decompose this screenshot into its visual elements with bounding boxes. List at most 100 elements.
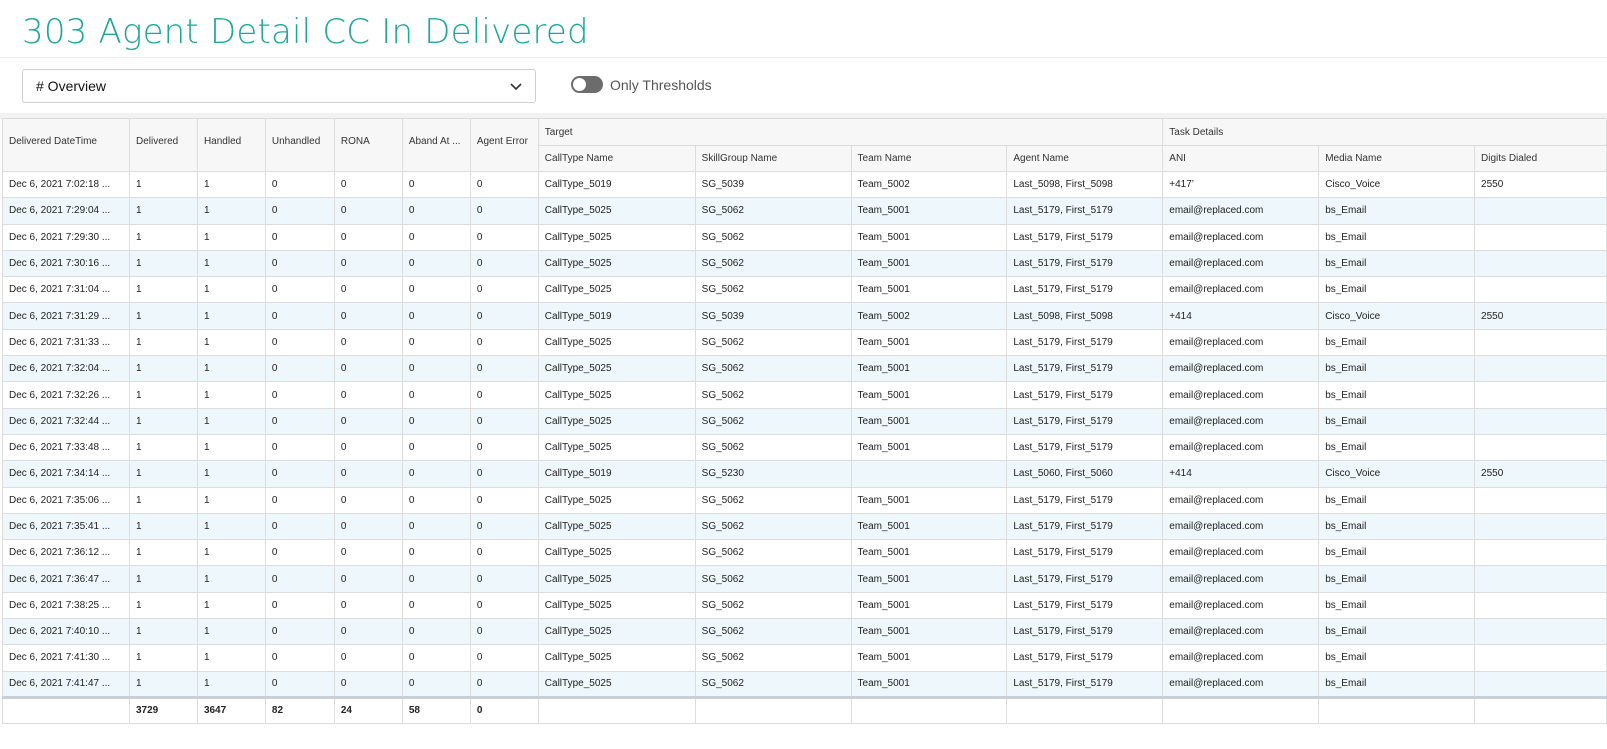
table-row[interactable]: Dec 6, 2021 7:31:33 ... 1 1 0 0 0 0 CallType_50…	[2, 329, 1607, 357]
col-header-team-name[interactable]: Team Name	[851, 145, 1008, 172]
cell-ani: email@replaced.com	[1162, 197, 1320, 225]
cell-digits	[1474, 539, 1607, 567]
table-row[interactable]: Dec 6, 2021 7:02:18 ... 1 1 0 0 0 0 CallType_50…	[2, 171, 1607, 199]
cell-calltype: CallType_5025	[538, 592, 696, 620]
table-row[interactable]: Dec 6, 2021 7:35:06 ... 1 1 0 0 0 0 CallType_50…	[2, 487, 1607, 514]
total-unhandled: 82	[265, 695, 335, 724]
col-header-handled[interactable]: Handled	[197, 118, 266, 172]
col-header-ani[interactable]: ANI	[1162, 145, 1320, 172]
cell-skillgroup: SG_5062	[695, 408, 852, 435]
cell-delivered: 1	[129, 197, 198, 225]
col-header-agent-error[interactable]: Agent Error	[470, 118, 539, 172]
only-thresholds-toggle[interactable]	[571, 76, 603, 93]
total-ani	[1162, 695, 1320, 724]
cell-handled: 1	[197, 434, 266, 462]
cell-team: Team_5001	[851, 618, 1008, 646]
cell-agent: Last_5098, First_5098	[1006, 171, 1164, 199]
cell-rona: 0	[334, 197, 403, 225]
cell-agent: Last_5179, First_5179	[1006, 381, 1164, 409]
table-row[interactable]: Dec 6, 2021 7:35:41 ... 1 1 0 0 0 0 CallType_50…	[2, 513, 1607, 541]
col-header-delivered-datetime[interactable]: Delivered DateTime	[2, 118, 130, 172]
table-row[interactable]: Dec 6, 2021 7:32:04 ... 1 1 0 0 0 0 CallType_50…	[2, 355, 1607, 383]
cell-media: bs_Email	[1318, 197, 1476, 225]
cell-rona: 0	[334, 329, 403, 357]
table-row[interactable]: Dec 6, 2021 7:36:12 ... 1 1 0 0 0 0 CallType_50…	[2, 539, 1607, 567]
col-header-digits-dialed[interactable]: Digits Dialed	[1474, 145, 1607, 172]
table-row[interactable]: Dec 6, 2021 7:30:16 ... 1 1 0 0 0 0 CallType_50…	[2, 250, 1607, 278]
cell-rona: 0	[334, 408, 403, 435]
cell-agent-error: 0	[470, 513, 539, 541]
cell-agent: Last_5179, First_5179	[1006, 434, 1164, 462]
table-row[interactable]: Dec 6, 2021 7:31:29 ... 1 1 0 0 0 0 CallType_50…	[2, 302, 1607, 330]
cell-delivered: 1	[129, 355, 198, 383]
cell-aband: 0	[402, 250, 471, 278]
col-header-agent-name[interactable]: Agent Name	[1006, 145, 1164, 172]
table-row[interactable]: Dec 6, 2021 7:40:10 ... 1 1 0 0 0 0 CallType_50…	[2, 618, 1607, 646]
cell-delivered: 1	[129, 592, 198, 620]
cell-agent-error: 0	[470, 224, 539, 251]
cell-delivered: 1	[129, 487, 198, 514]
cell-skillgroup: SG_5062	[695, 250, 852, 278]
cell-calltype: CallType_5025	[538, 197, 696, 225]
cell-rona: 0	[334, 565, 403, 593]
table-row[interactable]: Dec 6, 2021 7:41:30 ... 1 1 0 0 0 0 CallType_50…	[2, 644, 1607, 672]
col-header-delivered[interactable]: Delivered	[129, 118, 198, 172]
cell-rona: 0	[334, 513, 403, 541]
cell-digits: 2550	[1474, 171, 1607, 199]
cell-digits	[1474, 381, 1607, 409]
cell-unhandled: 0	[265, 460, 335, 488]
cell-agent: Last_5179, First_5179	[1006, 671, 1164, 698]
cell-calltype: CallType_5025	[538, 671, 696, 698]
cell-agent-error: 0	[470, 460, 539, 488]
cell-handled: 1	[197, 355, 266, 383]
cell-calltype: CallType_5025	[538, 539, 696, 567]
cell-skillgroup: SG_5062	[695, 355, 852, 383]
col-header-rona[interactable]: RONA	[334, 118, 403, 172]
cell-agent-error: 0	[470, 355, 539, 383]
cell-media: bs_Email	[1318, 592, 1476, 620]
cell-datetime: Dec 6, 2021 7:02:18 ...	[2, 171, 130, 199]
cell-agent-error: 0	[470, 592, 539, 620]
cell-media: bs_Email	[1318, 224, 1476, 251]
table-row[interactable]: Dec 6, 2021 7:34:14 ... 1 1 0 0 0 0 CallType_50…	[2, 460, 1607, 488]
col-header-skillgroup-name[interactable]: SkillGroup Name	[695, 145, 852, 172]
cell-ani: email@replaced.com	[1162, 565, 1320, 593]
table-row[interactable]: Dec 6, 2021 7:29:04 ... 1 1 0 0 0 0 CallType_50…	[2, 197, 1607, 225]
cell-aband: 0	[402, 197, 471, 225]
cell-team: Team_5001	[851, 197, 1008, 225]
cell-calltype: CallType_5025	[538, 381, 696, 409]
col-header-aband-at[interactable]: Aband At ...	[402, 118, 471, 172]
total-calltype	[538, 695, 696, 724]
total-agent	[1006, 695, 1164, 724]
cell-datetime: Dec 6, 2021 7:41:30 ...	[2, 644, 130, 672]
cell-digits	[1474, 618, 1607, 646]
table-row[interactable]: Dec 6, 2021 7:41:47 ... 1 1 0 0 0 0 CallType_50…	[2, 671, 1607, 698]
cell-team: Team_5002	[851, 171, 1008, 199]
col-header-calltype-name[interactable]: CallType Name	[537, 145, 696, 172]
cell-rona: 0	[334, 487, 403, 514]
cell-handled: 1	[197, 224, 266, 251]
cell-calltype: CallType_5025	[538, 329, 696, 357]
view-select[interactable]: # Overview	[22, 69, 536, 103]
cell-media: bs_Email	[1318, 487, 1476, 514]
cell-agent-error: 0	[470, 434, 539, 462]
table-row[interactable]: Dec 6, 2021 7:29:30 ... 1 1 0 0 0 0 CallType_50…	[2, 224, 1607, 251]
cell-handled: 1	[197, 592, 266, 620]
cell-unhandled: 0	[265, 434, 335, 462]
table-row[interactable]: Dec 6, 2021 7:31:04 ... 1 1 0 0 0 0 CallType_50…	[2, 276, 1607, 304]
table-row[interactable]: Dec 6, 2021 7:32:26 ... 1 1 0 0 0 0 CallType_50…	[2, 381, 1607, 409]
totals-row: 3729 3647 82 24 58 0	[2, 695, 1607, 724]
table-row[interactable]: Dec 6, 2021 7:32:44 ... 1 1 0 0 0 0 CallType_50…	[2, 408, 1607, 435]
cell-rona: 0	[334, 276, 403, 304]
cell-agent: Last_5179, First_5179	[1006, 618, 1164, 646]
cell-rona: 0	[334, 644, 403, 672]
cell-ani: email@replaced.com	[1162, 434, 1320, 462]
cell-agent: Last_5179, First_5179	[1006, 513, 1164, 541]
cell-skillgroup: SG_5062	[695, 329, 852, 357]
col-header-unhandled[interactable]: Unhandled	[265, 118, 335, 172]
cell-media: bs_Email	[1318, 671, 1476, 698]
table-row[interactable]: Dec 6, 2021 7:38:25 ... 1 1 0 0 0 0 CallType_50…	[2, 592, 1607, 620]
col-header-media-name[interactable]: Media Name	[1318, 145, 1476, 172]
table-row[interactable]: Dec 6, 2021 7:33:48 ... 1 1 0 0 0 0 CallType_50…	[2, 434, 1607, 462]
table-row[interactable]: Dec 6, 2021 7:36:47 ... 1 1 0 0 0 0 CallType_50…	[2, 565, 1607, 593]
